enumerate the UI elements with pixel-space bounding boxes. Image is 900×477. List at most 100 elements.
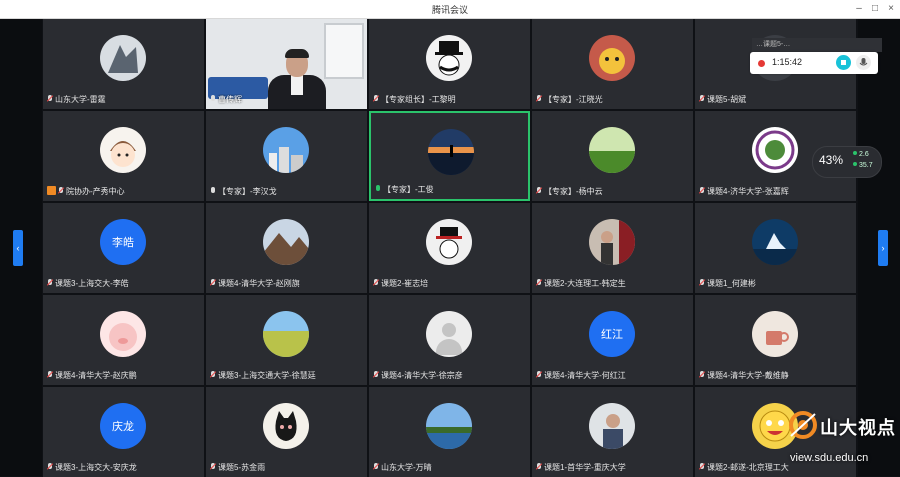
close-icon[interactable]: × — [884, 2, 898, 16]
participant-label: 课题3-上海交通大学-徐慧廷 — [210, 370, 363, 382]
microphone-icon — [859, 58, 868, 66]
host-badge-icon — [47, 186, 56, 195]
participant-tile[interactable]: 课题4-清华大学-赵刚旗 — [206, 203, 367, 293]
recording-bar: 1:15:42 — [750, 52, 878, 74]
minimize-icon[interactable]: – — [852, 2, 866, 16]
participant-tile[interactable]: 山东大学-万晴 — [369, 387, 530, 477]
participant-tile[interactable]: 红江 课题4-清华大学-何红江 — [532, 295, 693, 385]
participant-tile[interactable]: 课题1-首华学-重庆大学 — [532, 387, 693, 477]
title-bar: 腾讯会议 – □ × — [0, 0, 900, 19]
participant-tile[interactable]: 课题1_何建彬 — [695, 203, 856, 293]
participant-name: 课题4-济华大学-张嘉辉 — [707, 187, 789, 196]
participant-tile[interactable]: 课题4-清华大学-戴维静 — [695, 295, 856, 385]
participant-label: 【专家】-杨中云 — [536, 186, 689, 198]
mic-muted-icon — [699, 95, 705, 103]
mic-muted-icon — [47, 371, 53, 379]
participant-name: 课题5-苏金雨 — [218, 463, 266, 472]
participant-tile[interactable]: 院协办-产秀中心 — [43, 111, 204, 201]
participant-label: 课题3-上海交大-安庆龙 — [47, 462, 200, 474]
participant-tile[interactable]: 山东大学-雷霆 — [43, 19, 204, 109]
participant-tile[interactable]: 李皓 课题3-上海交大-李皓 — [43, 203, 204, 293]
mic-muted-icon — [210, 371, 216, 379]
participant-name: 课题1-首华学-重庆大学 — [544, 463, 626, 472]
avatar — [752, 127, 798, 173]
participant-name: 课题4-清华大学-赵刚旗 — [218, 279, 300, 288]
participant-tile[interactable]: 庆龙课题3-上海交大-安庆龙 — [43, 387, 204, 477]
participant-label: 课题4-清华大学-赵刚旗 — [210, 278, 363, 290]
participant-name: 曹传辉 — [218, 95, 242, 104]
participant-name: 【专家】-江晓光 — [544, 95, 603, 104]
mic-muted-icon — [373, 371, 379, 379]
participant-name: 课题3-上海交大-安庆龙 — [55, 463, 137, 472]
participant-label: 曹传辉 — [210, 94, 363, 106]
participant-name: 课题5-胡斌 — [707, 95, 747, 104]
mic-muted-icon — [699, 279, 705, 287]
mic-muted-icon — [699, 463, 705, 471]
microphone-icon — [210, 95, 216, 103]
participant-name: 山东大学-雷霆 — [55, 95, 106, 104]
avatar — [589, 403, 635, 449]
network-status-widget[interactable]: 43% 2.6 35.7 — [812, 146, 882, 178]
stop-recording-button[interactable] — [836, 55, 851, 70]
mic-muted-icon — [699, 371, 705, 379]
participant-tile[interactable]: 课题3-上海交通大学-徐慧廷 — [206, 295, 367, 385]
participant-label: 课题4-清华大学-徐宗彦 — [373, 370, 526, 382]
participant-tile[interactable]: 课题2-崔志培 — [369, 203, 530, 293]
download-dot-icon — [853, 162, 857, 166]
mic-muted-icon — [536, 371, 542, 379]
avatar — [752, 219, 798, 265]
participant-label: 【专家】-江晓光 — [536, 94, 689, 106]
mic-muted-icon — [47, 463, 53, 471]
participant-tile[interactable]: 课题5-苏金雨 — [206, 387, 367, 477]
mic-muted-icon — [47, 95, 53, 103]
avatar — [589, 127, 635, 173]
participant-tile[interactable]: 曹传辉 — [206, 19, 367, 109]
microphone-icon — [210, 187, 216, 195]
avatar-initials: 红江 — [589, 311, 635, 357]
avatar — [100, 127, 146, 173]
watermark-logo-icon — [789, 411, 817, 439]
participant-label: 课题5-胡斌 — [699, 94, 852, 106]
mic-muted-icon — [373, 279, 379, 287]
participant-tile[interactable]: 【专家】-李汉戈 — [206, 111, 367, 201]
mic-muted-icon — [536, 463, 542, 471]
participant-tile[interactable]: 课题4-清华大学-徐宗彦 — [369, 295, 530, 385]
avatar — [426, 403, 472, 449]
participant-tile[interactable]: 【专家】-工俊 — [369, 111, 530, 201]
watermark: 山大视点 view.sdu.edu.cn — [780, 408, 898, 474]
avatar — [100, 35, 146, 81]
participant-tile[interactable]: 课题2-大连理工-韩定生 — [532, 203, 693, 293]
microphone-icon — [375, 185, 381, 193]
avatar-initials: 庆龙 — [100, 403, 146, 449]
mic-muted-icon — [536, 187, 542, 195]
mic-toggle-button[interactable] — [856, 55, 871, 70]
participant-label: 山东大学-雷霆 — [47, 94, 200, 106]
mic-muted-icon — [536, 95, 542, 103]
avatar — [589, 219, 635, 265]
mic-muted-icon — [373, 463, 379, 471]
next-page-button[interactable]: › — [878, 230, 888, 266]
popup-strip: …课题5-… — [752, 38, 882, 52]
participant-name: 【专家】-杨中云 — [544, 187, 603, 196]
recording-time: 1:15:42 — [772, 57, 803, 67]
participant-label: 课题1_何建彬 — [699, 278, 852, 290]
avatar — [428, 129, 474, 175]
avatar — [263, 403, 309, 449]
recording-dot-icon — [758, 60, 765, 67]
participant-tile[interactable]: 【专家组长】-工黎明 — [369, 19, 530, 109]
watermark-name: 山大视点 — [820, 418, 896, 438]
participant-label: 山东大学-万晴 — [373, 462, 526, 474]
participant-tile[interactable]: 课题4-清华大学-赵庆鹏 — [43, 295, 204, 385]
avatar — [426, 219, 472, 265]
participant-tile[interactable]: 【专家】-江晓光 — [532, 19, 693, 109]
maximize-icon[interactable]: □ — [868, 2, 882, 16]
participant-name: 课题2-崔志培 — [381, 279, 429, 288]
avatar — [263, 311, 309, 357]
mic-muted-icon — [58, 187, 64, 195]
previous-page-button[interactable]: ‹ — [13, 230, 23, 266]
participant-label: 课题4-清华大学-赵庆鹏 — [47, 370, 200, 382]
window-title: 腾讯会议 — [431, 5, 468, 15]
network-percent: 43% — [819, 153, 844, 167]
participant-name: 课题2-邮遂-北京理工大 — [707, 463, 789, 472]
participant-tile[interactable]: 【专家】-杨中云 — [532, 111, 693, 201]
